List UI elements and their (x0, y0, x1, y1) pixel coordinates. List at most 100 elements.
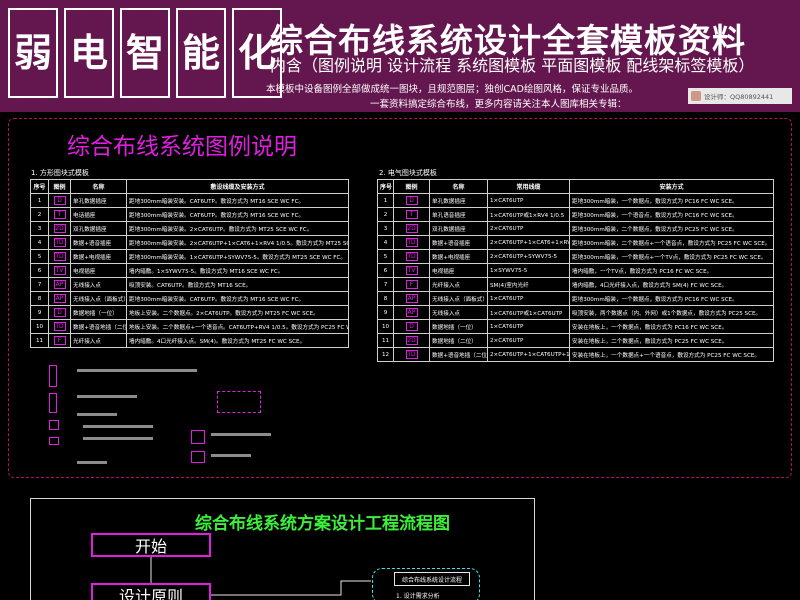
table-cell: 距地300mm暗装，二个数据点，敷设方式为 PC25 FC WC SCE。 (569, 221, 774, 236)
symbol-glyph: F (53, 336, 66, 345)
table-cell: 距地300mm暗装安装。1×CAT6UTP+SYWV75-5。敷设方式为 MT2… (126, 249, 349, 264)
table-row: 11 2D 数据地插（二位） 2×CAT6UTP 安装在地板上，二个数据点，敷设方式为 … (377, 333, 774, 348)
table-cell: 墙内暗敷，4口光纤接入点，敷设方式为 SM(4) FC WC SCE。 (569, 277, 774, 292)
table-cell: 数据地插（二位） (429, 333, 488, 348)
table-cell: 7 (30, 277, 49, 292)
symbol-glyph: D (53, 308, 66, 317)
cabinet-symbol-icon (191, 430, 205, 444)
table-cell: 3 (30, 221, 49, 236)
table-cell: 数据+电视插座 (429, 249, 488, 264)
table-cell: 10 (377, 319, 394, 334)
table-cell: 数据+语音地插（二位） (429, 347, 488, 362)
symbol-glyph: TD (405, 252, 418, 261)
table-cell: 7 (377, 277, 394, 292)
table-cell: 1×CAT6UTP或1×RV4 1/0.5 (487, 207, 570, 222)
table-cell: 1×CAT6UTP (487, 319, 570, 334)
table-cell: 无线接入点 (70, 277, 127, 292)
legend-table-body: 1 D 单孔数据插座 距地300mm暗装安装。CAT6UTP。敷设方式为 MT16 S… (30, 193, 349, 348)
cad-legend-panel: 综合布线系统图例说明 1. 方形图块式模板 序号 图例 名称 敷设线缆及安装方式… (8, 118, 792, 478)
table-cell: 距地300mm暗装安装。CAT6UTP。敷设方式为 MT16 SCE WC FC… (126, 291, 349, 306)
table-row: 9 AP 无线接入点 1×CAT6UTP或1×CAT6UTP 吸顶安装，两个数据点（内、… (377, 305, 774, 320)
table-cell: 4 (377, 235, 394, 250)
table-cell: 单孔语音插座 (429, 207, 488, 222)
table-row: 6 TV 电视插座 1×SYWV75-5 墙内暗敷，一个TV点，敷设方式为 PC16 F… (377, 263, 774, 278)
table-cell: 2×CAT6UTP+1×CAT6+1×RV4 1/0.5 (487, 235, 570, 250)
section2-heading: 2. 电气图块式模板 (379, 169, 437, 177)
table-cell: 数据+语音插座 (70, 235, 127, 250)
table-row: 2 T 电话插座 距地300mm暗装安装。CAT6UTP。敷设方式为 MT16 SCE… (30, 207, 349, 222)
screenshot-root: 弱 电 智 能 化 综合布线系统设计全套模板资料 内含（图例说明 设计流程 系统… (0, 0, 800, 600)
table-cell: 2×CAT6UTP+SYWV75-5 (487, 249, 570, 264)
legend-symbol-icon: AP (393, 291, 430, 306)
table-cell: 2×CAT6UTP (487, 333, 570, 348)
table-cell: 距地300mm暗装，一个数据点，敷设方式为 PC16 FC WC SCE。 (569, 291, 774, 306)
table-cell: 数据地插（一位） (429, 319, 488, 334)
legend-symbol-icon: D (393, 193, 430, 208)
avatar (691, 91, 701, 101)
table-row: 2 T 单孔语音插座 1×CAT6UTP或1×RV4 1/0.5 距地300mm暗装，一… (377, 207, 774, 222)
table-cell: 9 (30, 305, 49, 320)
table-cell: 墙内暗敷。1×SYWV75-5。敷设方式为 MT16 SCE WC FC。 (126, 263, 349, 278)
column-header: 名称 (70, 179, 127, 194)
table-row: 3 2D 双孔数据插座 距地300mm暗装安装。2×CAT6UTP。敷设方式为 MT2… (30, 221, 349, 236)
table-row: 12 TD 数据+语音地插（二位）2×CAT6UTP+1×CAT6UTP+1×RV4… (377, 347, 774, 362)
table-row: 4 TD 数据+语音插座2×CAT6UTP+1×CAT6+1×RV4 1/0.5距地… (377, 235, 774, 250)
column-header: 敷设线缆及安装方式 (126, 179, 349, 194)
table-cell: 1×CAT6UTP (487, 291, 570, 306)
table-cell: 数据+语音地插（二位） (70, 319, 127, 334)
brand-logo: 弱 电 智 能 化 (8, 8, 282, 98)
symbol-glyph: AP (405, 294, 418, 303)
table-cell: 双孔数据插座 (429, 221, 488, 236)
symbol-glyph: D (53, 196, 66, 205)
table-cell: 电视插座 (70, 263, 127, 278)
table-row: 6 TV 电视插座 墙内暗敷。1×SYWV75-5。敷设方式为 MT16 SCE WC… (30, 263, 349, 278)
cabinet-symbol-icon (191, 451, 205, 463)
table-row: 3 2D 双孔数据插座 2×CAT6UTP 距地300mm暗装，二个数据点，敷设方式为 … (377, 221, 774, 236)
table-cell: 距地300mm暗装，二个数据点+一个语音点，敷设方式为 PC25 FC WC S… (569, 235, 774, 250)
symbol-glyph: 2D (53, 224, 66, 233)
legend-table-electrical: 序号 图例 名称 常用线缆 安装方式 1 D 单孔数据插座 1×CAT6UTP 距地30… (377, 179, 774, 362)
designer-badge[interactable]: 设计师：QQ80892441 (688, 88, 792, 104)
table-cell: 4 (30, 235, 49, 250)
table-cell: 单孔数据插座 (70, 193, 127, 208)
legend-symbol-icon: F (393, 277, 430, 292)
table-cell: 无线接入点 (429, 305, 488, 320)
outlet-symbol-icon (49, 365, 57, 387)
symbol-glyph: T (53, 210, 66, 219)
table-cell: 2×CAT6UTP+1×CAT6UTP+1×RV4 1/0.5 (487, 347, 570, 362)
table-cell: 光纤接入点 (70, 333, 127, 348)
table-cell: 单孔数据插座 (429, 193, 488, 208)
legend-symbol-icon: TV (393, 263, 430, 278)
table-cell: 电话插座 (70, 207, 127, 222)
table-cell: 双孔数据插座 (70, 221, 127, 236)
table-cell: 光纤接入点 (429, 277, 488, 292)
table-cell: 距地300mm暗装，一个语音点，敷设方式为 PC16 FC WC SCE。 (569, 207, 774, 222)
legend-symbol-icon: T (393, 207, 430, 222)
legend-symbol-icon: TD (48, 319, 71, 334)
legend-symbol-icon: TD (393, 347, 430, 362)
legend-symbol-icon: TD (48, 235, 71, 250)
table-row: 7 AP 无线接入点 吸顶安装。CAT6UTP。敷设方式为 MT16 SCE。 (30, 277, 349, 292)
symbol-glyph: TD (405, 238, 418, 247)
table-cell: 墙内暗敷。4口光纤接入点。SM(4)。敷设方式为 MT25 FC WC SCE。 (126, 333, 349, 348)
table-cell: 3 (377, 221, 394, 236)
column-header: 图例 (393, 179, 430, 194)
symbol-glyph: 2D (405, 336, 418, 345)
legend-symbol-icon: D (48, 193, 71, 208)
legend-symbol-icon: TV (48, 263, 71, 278)
legend-symbol-icon: AP (48, 291, 71, 306)
table-row: 5 TD 数据+电视插座 2×CAT6UTP+SYWV75-5 距地300mm暗装，一个… (377, 249, 774, 264)
table-cell: 1 (30, 193, 49, 208)
legend-symbol-icon: 2D (393, 333, 430, 348)
table-cell: 5 (30, 249, 49, 264)
table-cell: 墙内暗敷，一个TV点，敷设方式为 PC16 FC WC SCE。 (569, 263, 774, 278)
symbol-glyph: F (405, 280, 418, 289)
legend-symbol-icon: 2D (48, 221, 71, 236)
table-row: 1 D 单孔数据插座 1×CAT6UTP 距地300mm暗装，一个数据点，敷设方式为 P… (377, 193, 774, 208)
legend-symbol-icon: TD (393, 235, 430, 250)
drawing-notes (49, 365, 349, 475)
table-cell: 2 (377, 207, 394, 222)
table-cell: 距地300mm暗装，一个数据点，敷设方式为 PC16 FC WC SCE。 (569, 193, 774, 208)
table-cell: 11 (30, 333, 49, 348)
table-cell: 地板上安装。二个数据点+一个语音点。CAT6UTP+RV4 1/0.5。敷设方式… (126, 319, 349, 334)
